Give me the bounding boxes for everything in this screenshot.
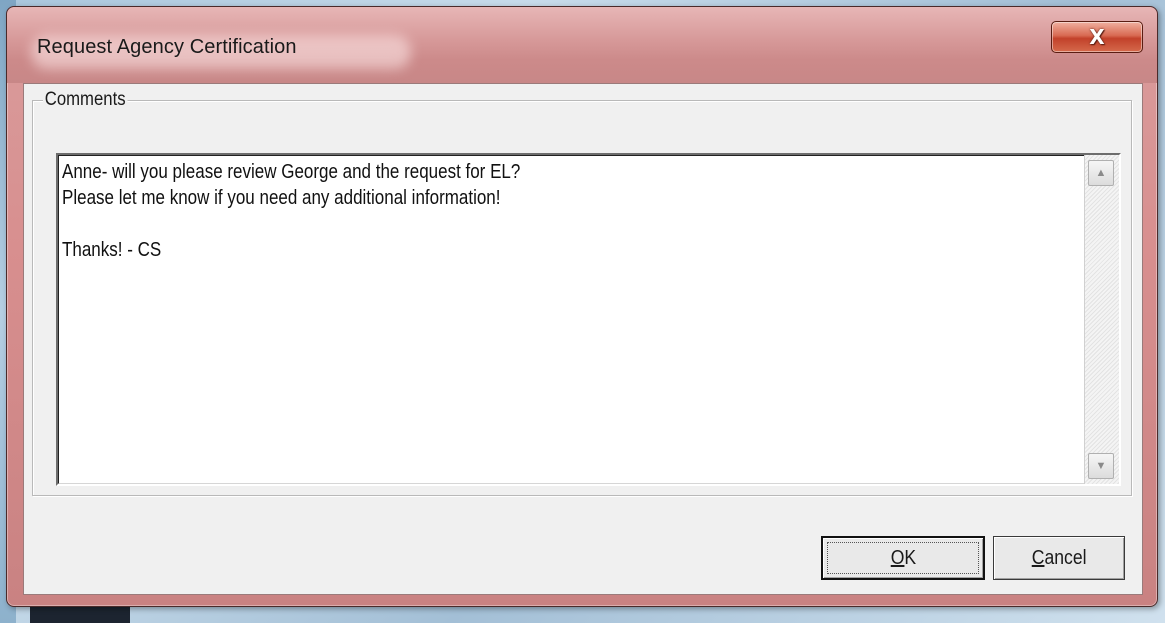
close-button[interactable]: X xyxy=(1051,21,1143,53)
cancel-button[interactable]: Cancel xyxy=(993,536,1125,580)
ok-mnemonic: O xyxy=(890,546,904,569)
ok-label-rest: K xyxy=(903,546,916,569)
scroll-up-icon[interactable]: ▲ xyxy=(1088,160,1114,186)
vertical-scrollbar[interactable]: ▲ ▼ xyxy=(1084,155,1119,484)
comments-text[interactable]: Anne- will you please review George and … xyxy=(62,159,912,263)
cancel-mnemonic: C xyxy=(1031,546,1045,569)
taskbar-fragment xyxy=(30,606,130,623)
scroll-down-icon[interactable]: ▼ xyxy=(1088,453,1114,479)
ok-button-label: OK xyxy=(890,547,915,570)
cancel-button-label: Cancel xyxy=(1032,547,1087,570)
comments-textarea[interactable]: Anne- will you please review George and … xyxy=(56,153,1121,486)
dialog-client-area: Comments Anne- will you please review Ge… xyxy=(23,83,1143,595)
request-agency-certification-dialog: Request Agency Certification X Comments … xyxy=(6,6,1158,607)
comments-label: Comments xyxy=(43,89,128,111)
cancel-label-rest: ancel xyxy=(1044,546,1087,569)
title-bar[interactable]: Request Agency Certification X xyxy=(7,7,1157,83)
close-icon: X xyxy=(1089,25,1105,49)
ok-button[interactable]: OK xyxy=(821,536,985,580)
window-title: Request Agency Certification xyxy=(37,36,297,58)
